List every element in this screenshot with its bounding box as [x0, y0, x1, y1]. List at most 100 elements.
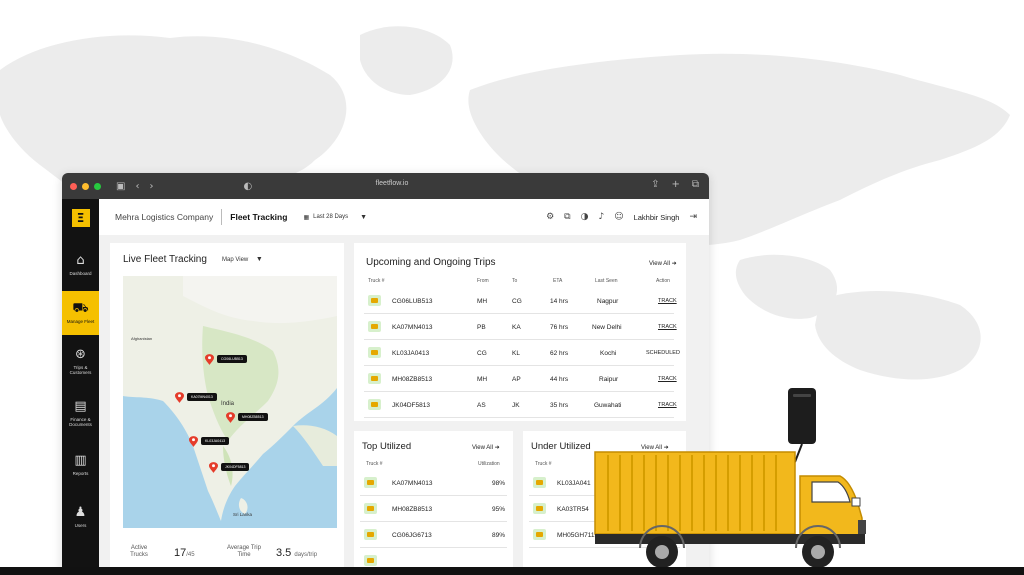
chevron-down-icon: ▼	[360, 213, 368, 221]
fleet-tracking-card: Live Fleet Tracking Map View ▼ India Sri…	[110, 243, 344, 575]
chart-icon: ▥	[74, 453, 87, 468]
to-state: KA	[512, 324, 521, 331]
from-state: MH	[477, 298, 488, 305]
table-row[interactable]: CG06LUB513 MH CG 14 hrs Nagpur TRACK	[364, 289, 677, 314]
truck-number: CG06LUB513	[392, 298, 433, 305]
view-all-top-link[interactable]: View All ➜	[472, 444, 500, 451]
eta: 76 hrs	[550, 324, 569, 331]
notification-icon[interactable]: ♪	[598, 212, 604, 222]
track-link[interactable]: TRACK	[658, 324, 677, 330]
truck-badge-icon	[533, 477, 546, 488]
truck-number: JK04DF5813	[392, 402, 430, 409]
map-pin-label[interactable]: KA07MN4013	[187, 393, 217, 401]
table-row[interactable]: KL03JA0413 CG KL 62 hrs Kochi SCHEDULED	[364, 341, 680, 366]
active-trucks-value: 17/45	[174, 547, 195, 559]
map-view-select[interactable]: Map View ▼	[222, 256, 263, 263]
theme-icon[interactable]: ◑	[581, 212, 589, 222]
sidebar-item-manage-fleet[interactable]: ⛟ Manage Fleet	[62, 291, 99, 335]
truck-badge-icon	[364, 529, 377, 540]
sidebar-item-label: Manage Fleet	[66, 319, 95, 324]
fleet-tracking-title: Live Fleet Tracking	[123, 254, 207, 265]
chevron-down-icon: ▼	[255, 256, 263, 263]
user-avatar-icon[interactable]: ☺	[614, 212, 623, 222]
truck-number: CG06JG6713	[392, 532, 432, 539]
maximize-dot[interactable]	[94, 182, 101, 190]
truck-number: KL03JA041	[557, 480, 591, 487]
sidebar-item-reports[interactable]: ▥ Reports	[62, 443, 99, 487]
map-pin-icon[interactable]	[175, 392, 184, 403]
fleet-map[interactable]: India Sri Lanka Afghanistan CG06LUB513 K…	[123, 276, 337, 528]
tabs-overview-icon[interactable]: ⧉	[692, 179, 699, 190]
header-divider	[221, 209, 223, 225]
active-trucks-label: Active Trucks	[130, 545, 148, 558]
col-to: To	[512, 278, 518, 284]
map-pin-label[interactable]: JK04DF5813	[221, 463, 250, 471]
map-pin-label[interactable]: MH08ZB8513	[238, 413, 268, 421]
sidebar-item-users[interactable]: ♟ Users	[62, 495, 99, 539]
sidebar-item-label: Finance & Documents	[69, 416, 92, 427]
forward-icon[interactable]: ›	[149, 181, 153, 192]
map-view-label: Map View	[222, 257, 249, 263]
map-label-srilanka: Sri Lanka	[233, 512, 253, 517]
under-utilized-title: Under Utilized	[531, 441, 591, 452]
table-row[interactable]: KA07MN4013 PB KA 76 hrs New Delhi TRACK	[364, 315, 677, 340]
date-range-select[interactable]: ▦ Last 28 Days ▼	[303, 214, 367, 221]
to-state: AP	[512, 376, 521, 383]
table-row[interactable]: CG06JG6713 89%	[360, 523, 507, 548]
truck-number: KL03JA0413	[392, 350, 430, 357]
map-pin-icon[interactable]	[189, 436, 198, 447]
truck-badge-icon	[364, 503, 377, 514]
close-dot[interactable]	[70, 182, 77, 190]
company-name: Mehra Logistics Company	[115, 212, 214, 222]
sidebar: Ξ ⌂ Dashboard ⛟ Manage Fleet ⊛ Trips & C…	[62, 199, 99, 575]
last-seen: New Delhi	[592, 324, 622, 331]
utilization-value: 98%	[492, 480, 506, 487]
logo-mark[interactable]: Ξ	[71, 209, 90, 227]
truck-illustration	[594, 388, 866, 568]
map-pin-icon[interactable]	[205, 354, 214, 365]
new-tab-icon[interactable]: +	[671, 179, 679, 190]
privacy-icon[interactable]: ◐	[243, 181, 252, 192]
table-row[interactable]: KA07MN4013 98%	[360, 471, 507, 496]
logout-icon[interactable]: ⇥	[689, 212, 697, 222]
map-pin-label[interactable]: KL03JA0413	[201, 437, 230, 445]
trips-title: Upcoming and Ongoing Trips	[366, 257, 496, 268]
date-range-label: Last 28 Days	[313, 214, 349, 220]
sidebar-item-trips[interactable]: ⊛ Trips & Customers	[62, 339, 99, 383]
share-icon[interactable]: ⇪	[651, 179, 659, 190]
settings-icon[interactable]: ⚙	[546, 212, 554, 222]
map-pin-icon[interactable]	[226, 412, 235, 423]
browser-titlebar: ▣ ‹ › ◐ fleetflow.io ⇪ + ⧉	[62, 173, 709, 199]
map-pin-label[interactable]: CG06LUB513	[217, 355, 247, 363]
eta: 35 hrs	[550, 402, 569, 409]
view-all-trips-link[interactable]: View All ➜	[649, 260, 677, 267]
app-header: Mehra Logistics Company Fleet Tracking ▦…	[99, 199, 709, 235]
col-truck: Truck #	[535, 461, 552, 467]
map-pin-icon[interactable]	[209, 462, 218, 473]
user-name[interactable]: Lakhbir Singh	[634, 213, 680, 222]
last-seen: Kochi	[600, 350, 617, 357]
track-link[interactable]: TRACK	[658, 298, 677, 304]
minimize-dot[interactable]	[82, 182, 89, 190]
truck-number: KA07MN4013	[392, 324, 433, 331]
truck-number: KA07MN4013	[392, 480, 433, 487]
truck-badge-icon	[368, 347, 381, 358]
avg-trip-time-value: 3.5 days/trip	[276, 547, 318, 559]
utilization-value: 95%	[492, 506, 506, 513]
eta: 14 hrs	[550, 298, 569, 305]
url-bar[interactable]: fleetflow.io	[322, 180, 462, 187]
top-utilized-title: Top Utilized	[362, 441, 412, 452]
route-icon: ⊛	[75, 346, 86, 362]
sidebar-item-label: Trips & Customers	[69, 364, 92, 375]
sidebar-toggle-icon[interactable]: ▣	[116, 181, 125, 192]
sidebar-item-finance[interactable]: ▤ Finance & Documents	[62, 391, 99, 435]
copy-icon[interactable]: ⧉	[564, 212, 570, 222]
back-icon[interactable]: ‹	[135, 181, 139, 192]
sidebar-item-dashboard[interactable]: ⌂ Dashboard	[62, 243, 99, 287]
from-state: CG	[477, 350, 487, 357]
truck-number: KA03TR54	[557, 506, 589, 513]
table-row[interactable]: MH08ZB8513 95%	[360, 497, 507, 522]
fleet-stats: Active Trucks 17/45 Average Trip Time 3.…	[110, 537, 344, 567]
to-state: JK	[512, 402, 520, 409]
truck-badge-icon	[364, 477, 377, 488]
